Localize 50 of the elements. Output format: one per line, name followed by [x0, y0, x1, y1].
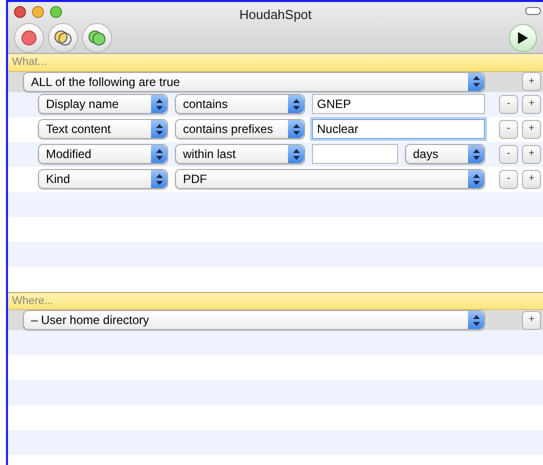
add-button[interactable]: + [522, 120, 541, 138]
stepper-icon [468, 145, 484, 163]
play-icon [518, 32, 528, 44]
add-button[interactable]: + [522, 72, 541, 91]
section-header: What... [8, 54, 543, 72]
add-button[interactable]: + [522, 310, 541, 330]
remove-button[interactable]: - [499, 170, 518, 188]
attribute-select[interactable]: Text content [38, 119, 168, 139]
add-button[interactable]: + [522, 144, 541, 164]
remove-button[interactable]: - [499, 144, 518, 164]
attribute-select[interactable]: Display name [38, 94, 168, 114]
attribute-select[interactable]: Kind [38, 169, 168, 189]
text-field[interactable]: GNEP [312, 94, 485, 114]
stepper-icon [468, 311, 484, 329]
add-button[interactable]: + [522, 94, 541, 114]
location-select[interactable]: – User home directory [23, 310, 485, 330]
window-title: HoudahSpot [239, 6, 312, 24]
stepper-icon [288, 145, 304, 163]
union-button[interactable] [82, 23, 112, 53]
close-icon[interactable] [14, 6, 26, 18]
match-select[interactable]: ALL of the following are true [23, 72, 485, 92]
section-header: Where... [8, 292, 543, 310]
stepper-icon [468, 170, 484, 188]
attribute-select[interactable]: Modified [38, 144, 168, 164]
stop-icon [21, 30, 37, 46]
operator-select[interactable]: contains [175, 94, 305, 114]
number-field[interactable] [312, 144, 398, 164]
operator-select[interactable]: within last [175, 144, 305, 164]
remove-button[interactable]: - [499, 120, 518, 138]
stepper-icon [288, 95, 304, 113]
zoom-icon[interactable] [50, 6, 62, 18]
stepper-icon [151, 95, 167, 113]
stepper-icon [151, 120, 167, 138]
overlapping-circles-icon [87, 29, 107, 47]
value-select[interactable]: PDF [175, 169, 485, 189]
unit-select[interactable]: days [405, 144, 485, 164]
add-button[interactable]: + [522, 170, 541, 188]
toolbar-toggle-icon[interactable] [525, 7, 541, 15]
minimize-icon[interactable] [32, 6, 44, 18]
search-button[interactable] [509, 24, 537, 52]
text-field[interactable]: Nuclear [312, 119, 485, 139]
stepper-icon [288, 120, 304, 138]
operator-select[interactable]: contains prefixes [175, 119, 305, 139]
intersect-button[interactable] [48, 23, 78, 53]
overlapping-circles-icon [53, 29, 73, 47]
remove-button[interactable]: - [499, 94, 518, 114]
stepper-icon [151, 170, 167, 188]
stop-button[interactable] [14, 23, 44, 53]
stepper-icon [468, 72, 484, 90]
stepper-icon [151, 145, 167, 163]
